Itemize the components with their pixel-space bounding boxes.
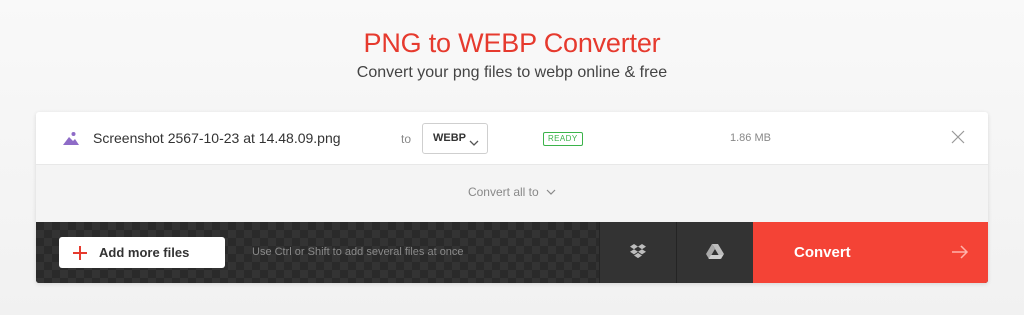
file-size: 1.86 MB — [730, 132, 771, 144]
chevron-down-icon — [546, 189, 556, 196]
close-icon — [951, 130, 965, 144]
action-bar: Add more files Use Ctrl or Shift to add … — [36, 222, 988, 283]
convert-all-label: Convert all to — [467, 185, 539, 199]
plus-icon — [73, 246, 87, 265]
chevron-down-icon — [469, 134, 479, 152]
convert-button[interactable]: Convert — [753, 222, 988, 283]
dropbox-button[interactable] — [599, 222, 676, 283]
convert-button-label: Convert — [794, 244, 851, 261]
dropbox-icon — [630, 244, 646, 259]
add-more-files-label: Add more files — [99, 245, 190, 260]
page-title: PNG to WEBP Converter — [363, 28, 661, 58]
file-row: Screenshot 2567-10-23 at 14.48.09.png to… — [36, 112, 988, 165]
output-format-value: WEBP — [433, 132, 466, 144]
add-more-files-button[interactable]: Add more files — [59, 237, 225, 268]
arrow-right-icon — [951, 244, 969, 265]
file-name: Screenshot 2567-10-23 at 14.48.09.png — [93, 130, 341, 146]
image-file-icon — [62, 129, 80, 147]
remove-file-button[interactable] — [951, 130, 965, 144]
google-drive-button[interactable] — [676, 222, 753, 283]
to-label: to — [401, 132, 412, 146]
page-subtitle: Convert your png files to webp online & … — [356, 64, 668, 81]
google-drive-icon — [706, 244, 724, 259]
convert-all-dropdown[interactable]: Convert all to — [36, 185, 988, 199]
converter-panel: Screenshot 2567-10-23 at 14.48.09.png to… — [36, 112, 988, 283]
status-badge: READY — [543, 132, 583, 146]
multi-select-hint: Use Ctrl or Shift to add several files a… — [252, 246, 464, 258]
output-format-select[interactable]: WEBP — [422, 123, 488, 154]
